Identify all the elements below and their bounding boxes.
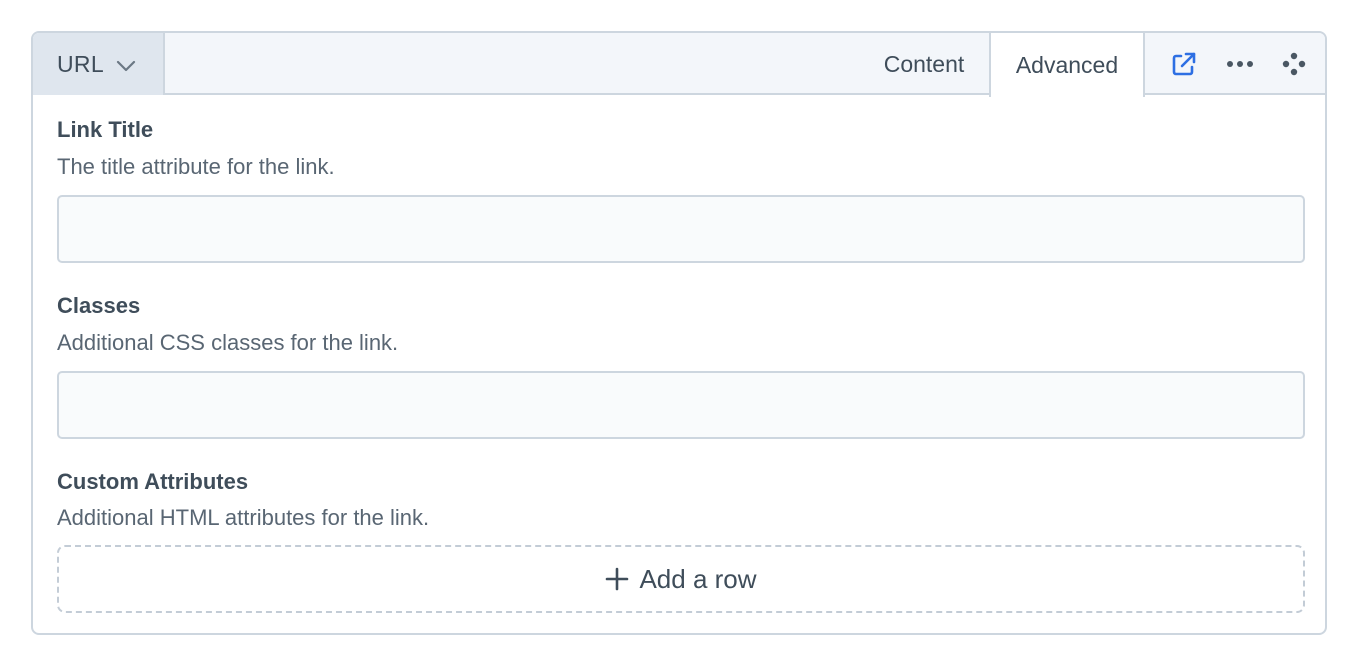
custom-attributes-help: Additional HTML attributes for the link. xyxy=(57,505,430,530)
classes-label: Classes xyxy=(57,293,141,318)
more-actions-icon xyxy=(1227,61,1253,67)
add-row-button[interactable]: Add a row xyxy=(57,545,1305,613)
link-type-label: URL xyxy=(57,50,104,77)
chevron-down-icon xyxy=(116,60,136,72)
add-row-label: Add a row xyxy=(639,563,757,594)
link-field-card: URL Content Advanced Link Title The titl… xyxy=(31,31,1327,635)
link-type-select[interactable]: URL xyxy=(33,33,165,95)
tab-content[interactable]: Content xyxy=(859,33,989,95)
link-title-input[interactable] xyxy=(57,195,1305,263)
custom-attributes-label: Custom Attributes xyxy=(57,469,249,494)
classes-input[interactable] xyxy=(57,371,1305,439)
classes-help: Additional CSS classes for the link. xyxy=(57,330,399,355)
tab-advanced[interactable]: Advanced xyxy=(989,33,1145,97)
link-title-help: The title attribute for the link. xyxy=(57,154,335,179)
open-in-new-window-icon xyxy=(1172,52,1196,76)
move-drag-icon xyxy=(1282,52,1306,76)
move-button[interactable] xyxy=(1278,48,1310,80)
plus-icon xyxy=(606,567,629,591)
open-in-new-window-button[interactable] xyxy=(1168,48,1200,80)
card-header: URL Content Advanced xyxy=(33,33,1325,97)
link-title-label: Link Title xyxy=(57,117,154,142)
more-actions-button[interactable] xyxy=(1224,48,1256,80)
